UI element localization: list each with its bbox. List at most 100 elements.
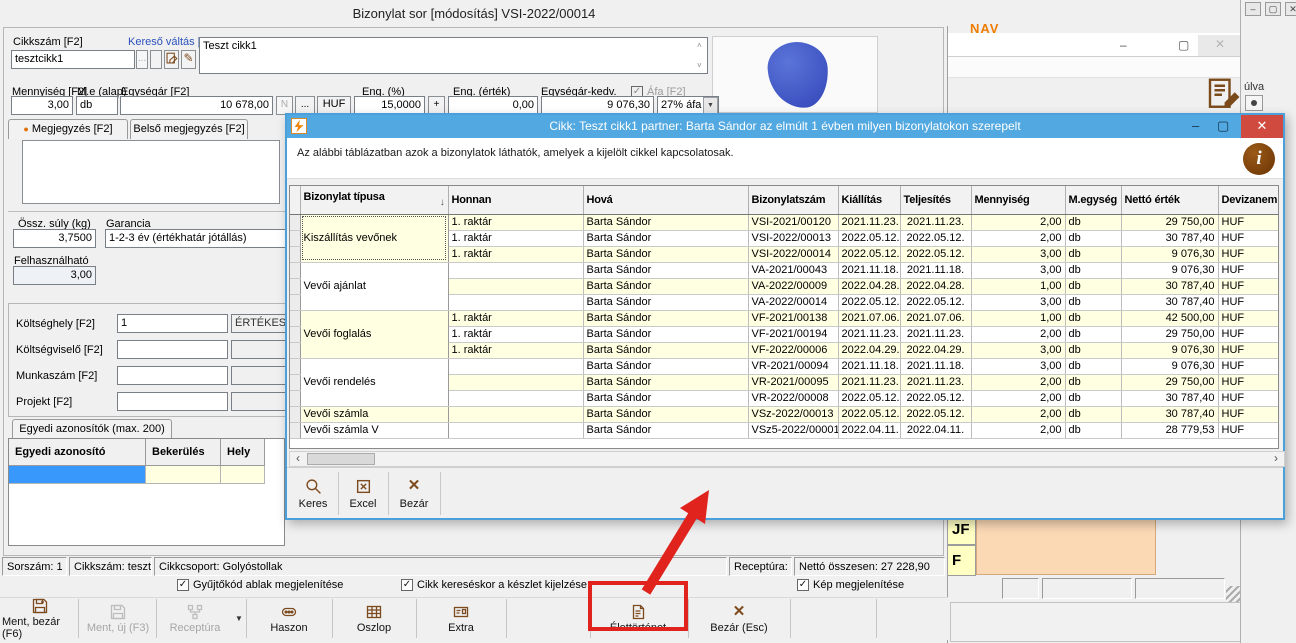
row-selector[interactable] [290,406,300,422]
tab-egyedi-azonositok[interactable]: Egyedi azonosítók (max. 200) [12,419,172,438]
cikk-kereses-checkbox[interactable]: ✓ [401,579,413,591]
table-row[interactable]: Vevői foglalás1. raktárBarta SándorVF-20… [290,310,1278,326]
ossz-suly-input[interactable]: 3,7500 [13,229,96,248]
row-selector[interactable] [290,214,300,230]
row-selector[interactable] [290,246,300,262]
outer-restore-icon[interactable]: ▢ [1265,2,1281,16]
table-row[interactable]: Vevői számlaBarta SándorVSz-2022/0001320… [290,406,1278,422]
egyedi-header-hely[interactable]: Hely [221,439,265,466]
receptura-dropdown-icon[interactable]: ▼ [232,599,246,638]
sort-descending-icon[interactable]: ↓ [440,197,445,208]
row-selector[interactable] [290,294,300,310]
cikk-kereses-checkbox-row[interactable]: ✓ Cikk kereséskor a készlet kijelzése [401,579,587,591]
garancia-select[interactable]: 1-2-3 év (értékhatár jótállás) [105,229,305,248]
minimize-icon[interactable]: – [1120,38,1127,52]
projekt-input[interactable] [117,392,228,411]
popup-close-button[interactable]: ✕ [1241,115,1283,138]
koltseghely-input[interactable]: 1 [117,314,228,333]
scroll-down-icon[interactable]: ˅ [697,61,702,70]
header-bizonylat-tipusa[interactable]: Bizonylat típusa↓ [300,186,448,214]
keres-button[interactable]: Keres [291,472,335,515]
product-image [766,40,829,109]
header-netto-ertek[interactable]: Nettó érték [1121,186,1218,214]
koltsegviselo-input[interactable] [117,340,228,359]
group-cell[interactable]: Vevői rendelés [300,358,448,406]
extra-button[interactable]: Extra [418,599,504,638]
info-icon[interactable]: i [1243,143,1275,175]
outer-minimize-icon[interactable]: – [1245,2,1261,16]
afa-dropdown-icon[interactable]: ▼ [703,97,718,114]
excel-button[interactable]: Excel [341,472,385,515]
popup-minimize-icon[interactable]: – [1192,118,1199,133]
scroll-up-icon[interactable]: ˄ [697,41,702,50]
row-selector[interactable] [290,358,300,374]
row-selector[interactable] [290,262,300,278]
group-cell[interactable]: Kiszállítás vevőnek [300,214,448,262]
header-devizanem[interactable]: Devizanem [1218,186,1278,214]
maximize-icon[interactable]: ▢ [1178,38,1189,52]
scrollbar-thumb[interactable] [307,453,375,465]
popup-titlebar[interactable]: Cikk: Teszt cikk1 partner: Barta Sándor … [287,115,1283,138]
table-row[interactable]: Vevői számla VBarta SándorVSz5-2022/0000… [290,422,1278,438]
horizontal-scrollbar[interactable]: ‹ › [289,451,1285,467]
bezar-esc-button[interactable]: ✕ Bezár (Esc) [690,599,788,638]
pencil-icon[interactable]: ✎ [181,50,196,69]
popup-maximize-icon[interactable]: ▢ [1217,118,1229,134]
gyujtokod-checkbox[interactable]: ✓ [177,579,189,591]
kep-checkbox-row[interactable]: ✓ Kép megjelenítése [797,579,904,591]
table-row[interactable]: Vevői ajánlatBarta SándorVA-2021/0004320… [290,262,1278,278]
munkaszam-info [231,366,288,385]
camera-icon[interactable] [1245,95,1263,111]
header-mennyiseg[interactable]: Mennyiség [971,186,1065,214]
outer-close-icon[interactable]: ✕ [1285,2,1296,16]
group-cell[interactable]: Vevői számla V [300,422,448,438]
blank-button[interactable] [150,50,162,69]
munkaszam-input[interactable] [117,366,228,385]
group-cell[interactable]: Vevői ajánlat [300,262,448,310]
row-selector[interactable] [290,342,300,358]
header-hova[interactable]: Hová [583,186,748,214]
row-selector[interactable] [290,230,300,246]
group-cell[interactable]: Vevői foglalás [300,310,448,358]
egyedi-selected-cell[interactable] [9,466,146,484]
header-megyseg[interactable]: M.egység [1065,186,1121,214]
egysegar-input[interactable]: 10 678,00 [120,96,273,115]
table-row[interactable]: Vevői rendelésBarta SándorVR-2021/000942… [290,358,1278,374]
me-alap-input[interactable]: db [76,96,118,115]
egyedi-cell[interactable] [146,466,221,484]
popup-bezar-button[interactable]: ✕ Bezár [391,472,437,515]
tab-megjegyzes[interactable]: ●Megjegyzés [F2] [8,119,128,139]
table-row[interactable]: Kiszállítás vevőnek1. raktárBarta Sándor… [290,214,1278,230]
description-textarea[interactable]: Teszt cikk1 [199,37,708,74]
header-teljesites[interactable]: Teljesítés [900,186,971,214]
row-selector[interactable] [290,326,300,342]
kep-checkbox[interactable]: ✓ [797,579,809,591]
cikkszam-input[interactable]: tesztcikk1 [11,50,135,69]
header-bizonylatszam[interactable]: Bizonylatszám [748,186,838,214]
receptura-button[interactable]: Receptúra [158,599,232,638]
ment-uj-button[interactable]: Ment, új (F3) [80,599,156,638]
tab-belso-megjegyzes[interactable]: Belső megjegyzés [F2] [130,119,248,139]
close-icon[interactable]: ✕ [1198,35,1242,56]
haszon-button[interactable]: Haszon [248,599,330,638]
scroll-left-icon[interactable]: ‹ [290,452,306,466]
megjegyzes-textarea[interactable] [22,140,280,204]
ment-bezar-button[interactable]: Ment, bezár (F6) [2,599,78,638]
lookup-ellipsis-button[interactable]: ... [136,50,148,69]
egyedi-cell[interactable] [221,466,265,484]
oszlop-button[interactable]: Oszlop [334,599,414,638]
mennyiseg-input[interactable]: 3,00 [11,96,73,115]
row-selector[interactable] [290,374,300,390]
row-selector[interactable] [290,422,300,438]
note-edit-icon[interactable] [164,50,179,69]
group-cell[interactable]: Vevői számla [300,406,448,422]
row-selector[interactable] [290,278,300,294]
egyedi-header-bekerules[interactable]: Bekerülés [146,439,221,466]
egyedi-header-azonosito[interactable]: Egyedi azonosító [9,439,146,466]
header-honnan[interactable]: Honnan [448,186,583,214]
row-selector[interactable] [290,310,300,326]
scroll-right-icon[interactable]: › [1268,452,1284,466]
gyujtokod-checkbox-row[interactable]: ✓ Gyűjtőkód ablak megjelenítése [177,579,343,591]
row-selector[interactable] [290,390,300,406]
header-kiallitas[interactable]: Kiállítás [838,186,900,214]
